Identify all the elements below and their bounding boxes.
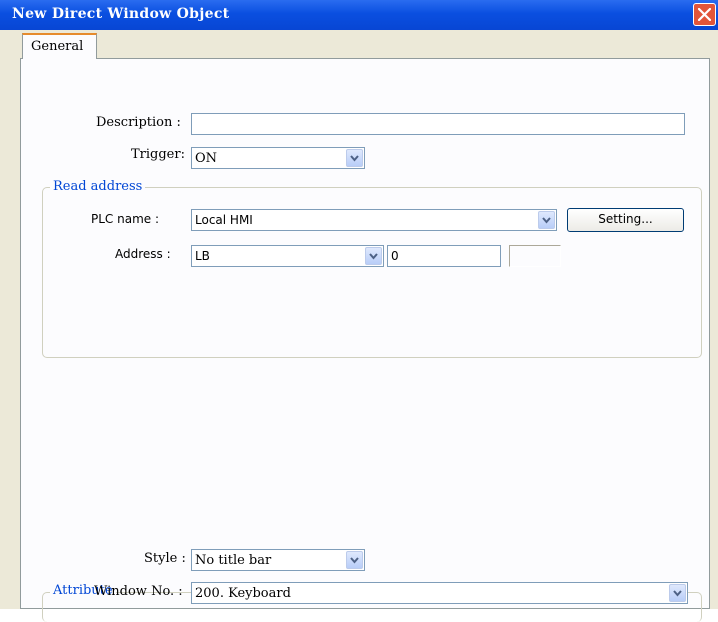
trigger-value: ON [195,151,218,166]
address-index-box [509,245,561,267]
address-value-input[interactable]: 0 [387,245,501,267]
chevron-down-icon [350,155,359,162]
window-no-value: 200. Keyboard [195,586,291,601]
description-label: Description : [96,115,181,130]
plc-name-value: Local HMI [195,213,253,227]
tab-panel-general: Description : Trigger: ON Read address P… [20,58,710,622]
chevron-down-icon [369,253,378,260]
chevron-down-icon [673,590,682,597]
plc-name-dropdown-button[interactable] [538,211,555,229]
chevron-down-icon [542,217,551,224]
window-no-label: Window No. : [94,584,183,599]
setting-button[interactable]: Setting... [567,208,684,232]
window-title: New Direct Window Object [12,6,230,22]
address-type-dropdown-button[interactable] [365,247,382,265]
window-no-select[interactable]: 200. Keyboard [191,582,688,604]
chevron-down-icon [350,557,359,564]
plc-name-label: PLC name : [91,212,160,226]
style-label: Style : [144,551,186,566]
address-value: 0 [391,249,399,263]
trigger-dropdown-button[interactable] [346,149,363,167]
tab-general[interactable]: General [22,33,97,59]
style-value: No title bar [195,553,272,568]
plc-name-select[interactable]: Local HMI [191,209,557,231]
read-address-legend: Read address [50,179,146,194]
address-type-value: LB [195,249,210,263]
address-type-select[interactable]: LB [191,245,384,267]
trigger-label: Trigger: [131,147,185,162]
title-bar[interactable]: New Direct Window Object [0,0,718,30]
address-label: Address : [115,247,171,261]
window-no-dropdown-button[interactable] [669,584,686,602]
style-dropdown-button[interactable] [346,551,363,569]
close-icon [698,8,711,21]
tab-general-label: General [31,39,84,54]
description-input[interactable] [191,113,685,135]
style-select[interactable]: No title bar [191,549,365,571]
setting-button-label: Setting... [598,212,653,226]
trigger-select[interactable]: ON [191,147,365,169]
close-button[interactable] [693,3,716,26]
